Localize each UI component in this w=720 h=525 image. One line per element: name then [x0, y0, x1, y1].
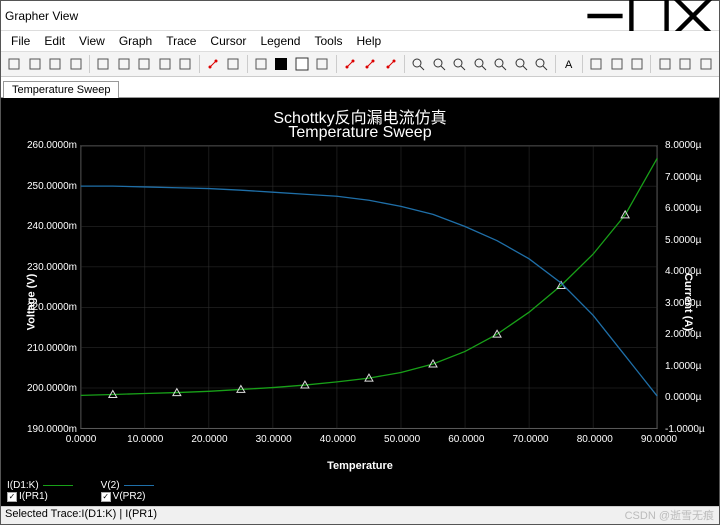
wave-icon[interactable] [607, 54, 626, 74]
zoom-x-icon[interactable] [470, 54, 489, 74]
save-icon[interactable] [46, 54, 65, 74]
legend-s1-name: I(D1:K) [7, 480, 39, 491]
red-marker-a-icon[interactable] [340, 54, 359, 74]
zoom-in-icon[interactable] [409, 54, 428, 74]
menu-view[interactable]: View [73, 32, 111, 50]
white-chart-icon[interactable] [292, 54, 311, 74]
legend-swatch-blue [124, 485, 154, 486]
overlay-icon[interactable] [313, 54, 332, 74]
maximize-button[interactable] [627, 2, 671, 30]
svg-text:A: A [565, 59, 573, 71]
print-icon[interactable] [67, 54, 86, 74]
menu-trace[interactable]: Trace [160, 32, 202, 50]
watermark: CSDN @逝雪无痕 [625, 507, 714, 523]
export-trace-icon[interactable] [628, 54, 647, 74]
zoom-fit-icon[interactable] [450, 54, 469, 74]
zoom-y-icon[interactable] [491, 54, 510, 74]
zoom-region-icon[interactable] [511, 54, 530, 74]
menu-tools[interactable]: Tools [308, 32, 348, 50]
copy-sheet-icon[interactable] [676, 54, 695, 74]
minimize-button[interactable] [583, 2, 627, 30]
tabstrip: Temperature Sweep [1, 77, 719, 98]
menu-file[interactable]: File [5, 32, 36, 50]
toolbar: A [1, 51, 719, 77]
undo-icon[interactable] [176, 54, 195, 74]
legend-s1-checkbox[interactable]: ✓ [7, 492, 17, 502]
table-icon[interactable] [251, 54, 270, 74]
menubar: FileEditViewGraphTraceCursorLegendToolsH… [1, 31, 719, 51]
menu-cursor[interactable]: Cursor [204, 32, 252, 50]
legend-s1-sub: I(PR1) [19, 491, 48, 502]
copy-icon[interactable] [135, 54, 154, 74]
titlebar: Grapher View [1, 1, 719, 31]
cut-icon[interactable] [115, 54, 134, 74]
cursor-text-icon[interactable]: A [559, 54, 578, 74]
legend-swatch-green [43, 485, 73, 486]
menu-help[interactable]: Help [351, 32, 388, 50]
open-file-icon[interactable] [26, 54, 45, 74]
menu-edit[interactable]: Edit [38, 32, 71, 50]
paste-icon[interactable] [156, 54, 175, 74]
close-button[interactable] [671, 2, 715, 30]
print-preview-icon[interactable] [94, 54, 113, 74]
status-bar: Selected Trace:I(D1:K) | I(PR1) [1, 506, 719, 524]
redo-icon[interactable] [203, 54, 222, 74]
new-file-icon[interactable] [5, 54, 24, 74]
legend-s2-checkbox[interactable]: ✓ [101, 492, 111, 502]
tab-temperature-sweep[interactable]: Temperature Sweep [3, 81, 119, 98]
legend-s2-name: V(2) [101, 480, 120, 491]
status-text: Selected Trace:I(D1:K) | I(PR1) [5, 508, 157, 520]
black-chart-icon[interactable] [272, 54, 291, 74]
menu-legend[interactable]: Legend [254, 32, 306, 50]
chart-area[interactable]: Schottky反向漏电流仿真 Temperature Sweep Voltag… [1, 98, 719, 506]
zoom-reset-icon[interactable] [532, 54, 551, 74]
legend: I(D1:K) ✓I(PR1) V(2) ✓V(PR2) [7, 480, 154, 502]
zoom-out-icon[interactable] [429, 54, 448, 74]
filter-icon[interactable] [587, 54, 606, 74]
sheet-icon[interactable] [655, 54, 674, 74]
apply-filter-icon[interactable] [224, 54, 243, 74]
window-title: Grapher View [5, 9, 583, 23]
legend-s2-sub: V(PR2) [113, 491, 146, 502]
red-dots-icon[interactable] [361, 54, 380, 74]
red-marker-b-icon[interactable] [381, 54, 400, 74]
book-icon[interactable] [696, 54, 715, 74]
menu-graph[interactable]: Graph [113, 32, 158, 50]
